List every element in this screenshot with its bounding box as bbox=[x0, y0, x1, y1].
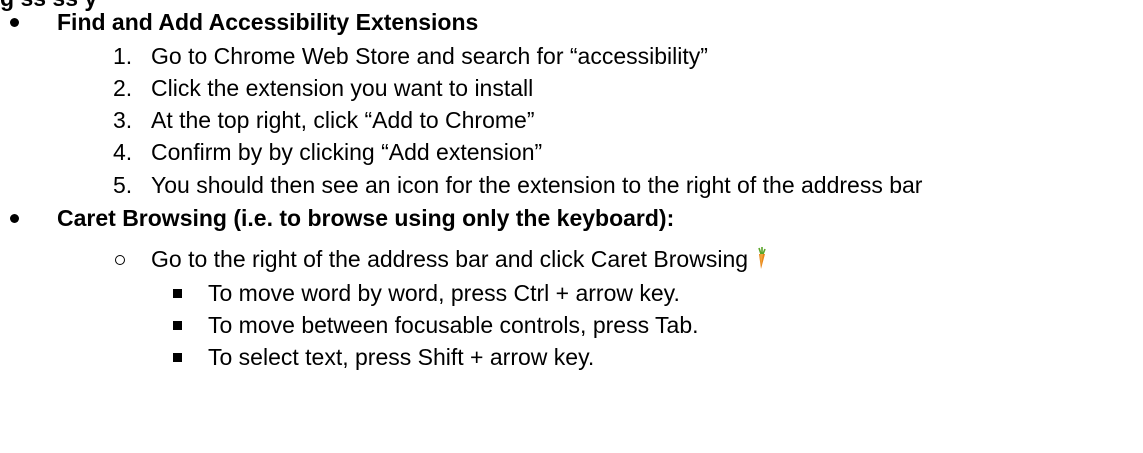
tip-text: To move between focusable controls, pres… bbox=[208, 312, 699, 338]
step-number: 4. bbox=[113, 139, 133, 165]
bullet-icon bbox=[10, 18, 19, 27]
step-text: At the top right, click “Add to Chrome” bbox=[151, 107, 535, 133]
document-page: g ss ss y Find and Add Accessibility Ext… bbox=[0, 0, 1143, 453]
section-heading-find-add: Find and Add Accessibility Extensions bbox=[57, 9, 479, 35]
caret-instruction-text: Go to the right of the address bar and c… bbox=[151, 246, 749, 272]
step-number: 5. bbox=[113, 172, 133, 198]
step-text: Click the extension you want to install bbox=[151, 75, 534, 101]
square-bullet-icon bbox=[173, 321, 182, 330]
caret-instruction: Go to the right of the address bar and c… bbox=[151, 246, 768, 277]
tip-text: To select text, press Shift + arrow key. bbox=[208, 344, 595, 370]
square-bullet-icon bbox=[173, 353, 182, 362]
square-bullet-icon bbox=[173, 289, 182, 298]
hollow-bullet-icon bbox=[115, 255, 125, 265]
step-text: You should then see an icon for the exte… bbox=[151, 172, 923, 198]
step-number: 1. bbox=[113, 43, 133, 69]
tip-text: To move word by word, press Ctrl + arrow… bbox=[208, 280, 680, 306]
carrot-icon bbox=[750, 246, 768, 277]
step-number: 2. bbox=[113, 75, 133, 101]
bullet-icon bbox=[10, 214, 19, 223]
step-text: Go to Chrome Web Store and search for “a… bbox=[151, 43, 708, 69]
step-number: 3. bbox=[113, 107, 133, 133]
section-heading-caret-browsing: Caret Browsing (i.e. to browse using onl… bbox=[57, 205, 675, 231]
step-text: Confirm by by clicking “Add extension” bbox=[151, 139, 543, 165]
